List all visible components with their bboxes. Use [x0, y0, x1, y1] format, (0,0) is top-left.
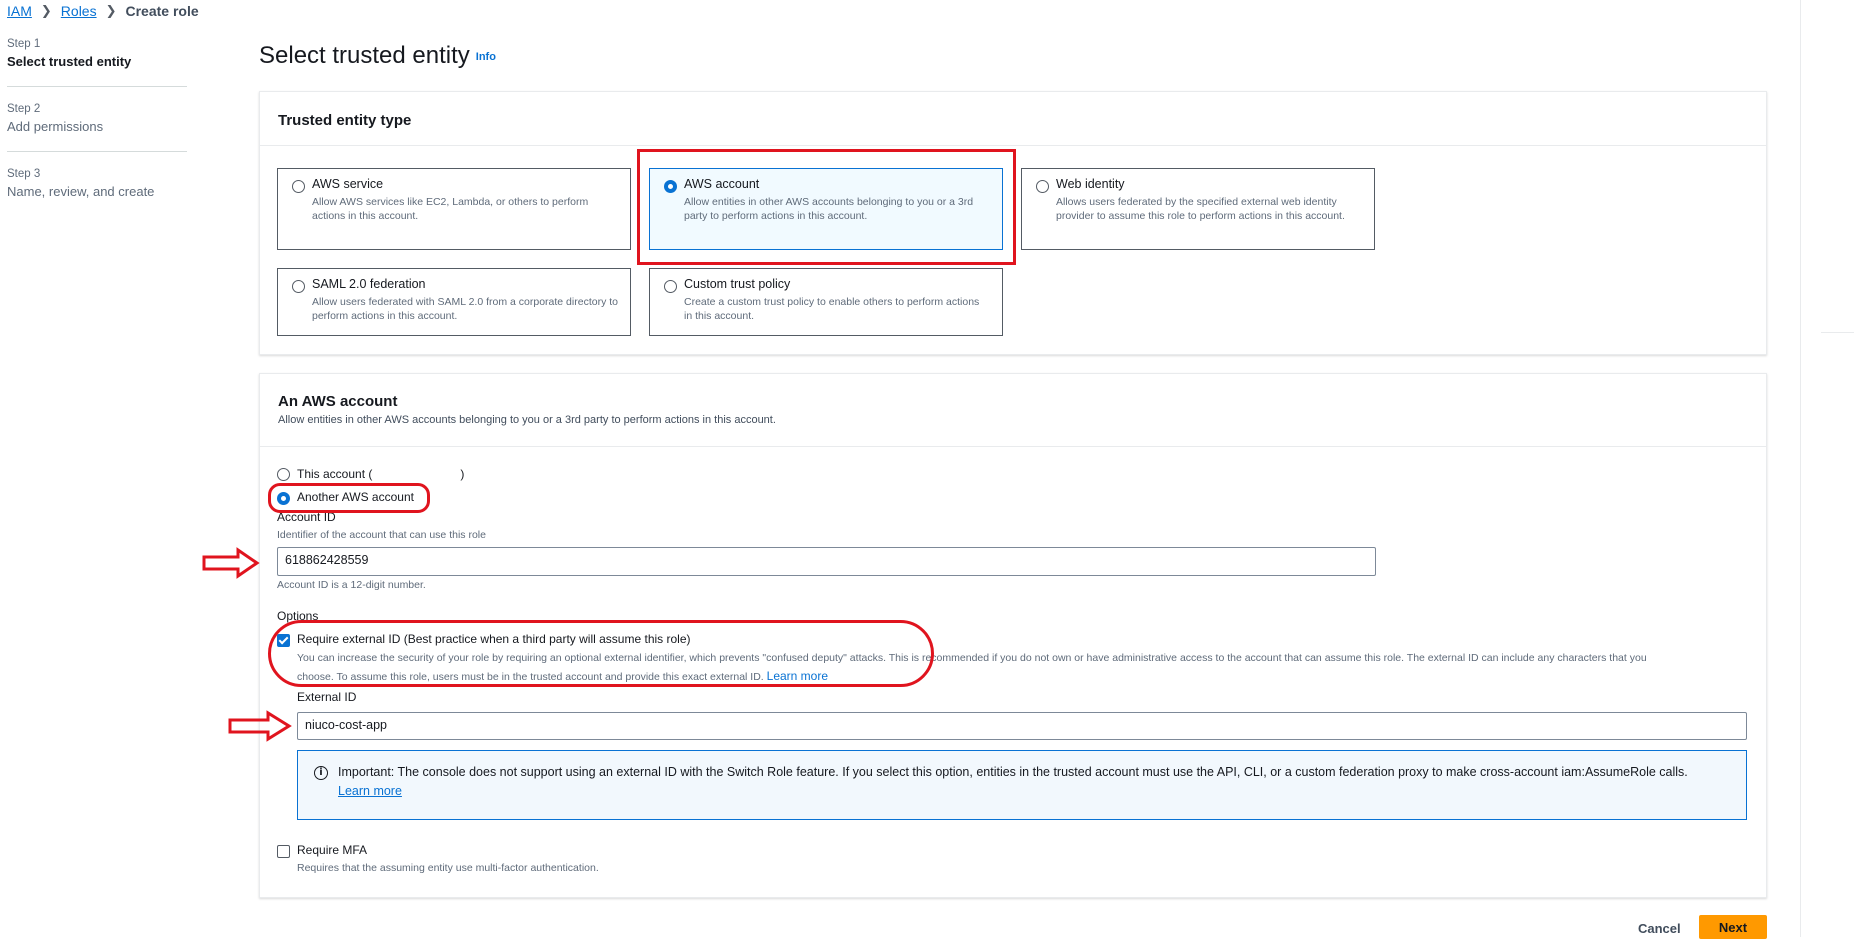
tile-web-identity[interactable]: Web identity Allows users federated by t…	[1021, 168, 1375, 250]
alert-learn-more-link[interactable]: Learn more	[338, 784, 402, 798]
external-id-info-alert: i Important: The console does not suppor…	[297, 750, 1747, 820]
step-title: Select trusted entity	[7, 54, 132, 69]
require-mfa-checkbox[interactable]	[277, 845, 290, 858]
breadcrumb-current: Create role	[125, 3, 199, 19]
tile-label: SAML 2.0 federation	[312, 277, 426, 291]
annotation-highlight-external-id	[268, 620, 934, 687]
page-title: Select trusted entity Info	[259, 42, 496, 70]
next-button[interactable]: Next	[1699, 915, 1767, 939]
radio-custom-trust-policy[interactable]	[664, 280, 677, 293]
breadcrumb: IAM ❯ Roles ❯ Create role	[7, 3, 199, 19]
divider	[1821, 332, 1854, 333]
external-id-label: External ID	[297, 690, 357, 704]
tile-custom-trust-policy[interactable]: Custom trust policy Create a custom trus…	[649, 268, 1003, 336]
alert-text: Important: The console does not support …	[338, 765, 1688, 779]
this-account-close: )	[460, 467, 465, 481]
red-arrow-icon	[228, 710, 292, 742]
wizard-step-3: Step 3 Name, review, and create	[7, 168, 187, 216]
radio-saml-federation[interactable]	[292, 280, 305, 293]
annotation-highlight-aws-account	[637, 149, 1016, 265]
info-icon: i	[314, 766, 328, 780]
tile-aws-service[interactable]: AWS service Allow AWS services like EC2,…	[277, 168, 631, 250]
step-number: Step 2	[7, 103, 41, 115]
tile-label: Custom trust policy	[684, 277, 791, 291]
tile-label: Web identity	[1056, 177, 1125, 191]
wizard-step-2: Step 2 Add permissions	[7, 103, 187, 152]
tile-description: Create a custom trust policy to enable o…	[684, 296, 980, 323]
require-mfa-label: Require MFA	[297, 843, 368, 857]
panel-header: Trusted entity type	[260, 92, 1766, 146]
panel-heading: An AWS account	[278, 393, 398, 410]
chevron-right-icon: ❯	[40, 3, 52, 18]
page-right-edge	[1800, 0, 1854, 937]
tile-saml-federation[interactable]: SAML 2.0 federation Allow users federate…	[277, 268, 631, 336]
breadcrumb-roles-link[interactable]: Roles	[61, 3, 97, 19]
radio-aws-service[interactable]	[292, 180, 305, 193]
external-id-input[interactable]: niuco-cost-app	[297, 712, 1747, 740]
tile-description: Allows users federated by the specified …	[1056, 196, 1345, 223]
info-link[interactable]: Info	[476, 51, 496, 63]
radio-this-account[interactable]	[277, 468, 290, 481]
wizard-steps: Step 1 Select trusted entity Step 2 Add …	[7, 38, 187, 232]
wizard-step-1: Step 1 Select trusted entity	[7, 38, 187, 87]
account-id-hint: Account ID is a 12-digit number.	[277, 579, 426, 591]
radio-web-identity[interactable]	[1036, 180, 1049, 193]
tile-description: Allow AWS services like EC2, Lambda, or …	[312, 196, 589, 223]
red-arrow-icon	[202, 547, 260, 579]
panel-header: An AWS account Allow entities in other A…	[260, 374, 1766, 447]
step-title: Add permissions	[7, 119, 104, 134]
step-title: Name, review, and create	[7, 184, 155, 199]
step-number: Step 3	[7, 168, 41, 180]
tile-label: AWS service	[312, 177, 384, 191]
panel-description: Allow entities in other AWS accounts bel…	[278, 414, 776, 426]
tile-description: Allow users federated with SAML 2.0 from…	[312, 296, 618, 323]
panel-heading: Trusted entity type	[278, 112, 412, 129]
require-mfa-description: Requires that the assuming entity use mu…	[297, 862, 599, 874]
account-id-description: Identifier of the account that can use t…	[277, 529, 486, 541]
step-number: Step 1	[7, 38, 41, 50]
this-account-label: This account ()	[297, 467, 464, 481]
account-id-input[interactable]: 618862428559	[277, 547, 1376, 576]
breadcrumb-iam-link[interactable]: IAM	[7, 3, 32, 19]
chevron-right-icon: ❯	[105, 3, 117, 18]
this-account-text: This account (	[297, 467, 373, 481]
page-title-text: Select trusted entity	[259, 42, 470, 69]
annotation-highlight-another-account	[268, 483, 430, 513]
